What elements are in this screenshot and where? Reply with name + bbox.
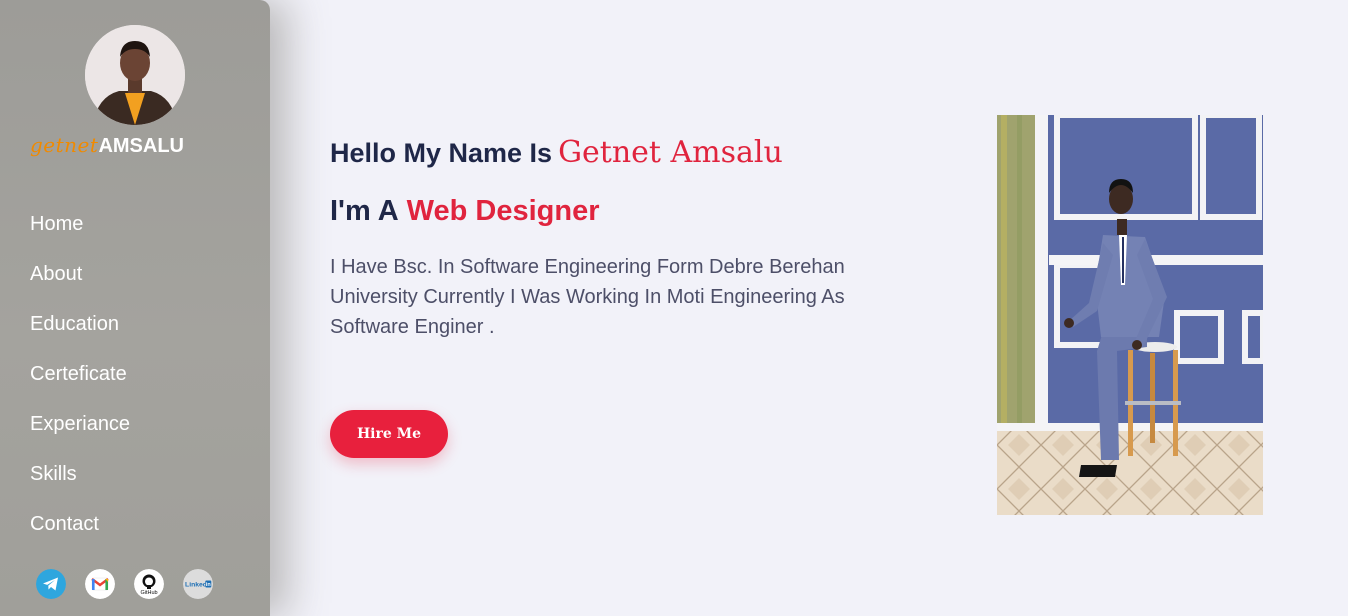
role-title: Web Designer [406, 195, 600, 227]
avatar [85, 25, 185, 125]
greeting-text: Hello My Name Is [330, 138, 553, 168]
nav-certificate[interactable]: Certeficate [30, 362, 127, 386]
svg-text:in: in [206, 582, 212, 588]
hire-me-button[interactable]: Hire Me [330, 410, 448, 458]
nav-about[interactable]: About [30, 262, 82, 286]
hero-role: I'm A Web Designer [330, 195, 600, 228]
nav-experience[interactable]: Experiance [30, 412, 130, 436]
brand-last-name: AMSALU [98, 135, 184, 157]
telegram-icon[interactable] [36, 569, 66, 599]
gmail-icon[interactable] [85, 569, 115, 599]
social-links: GitHub Linked in [36, 569, 213, 599]
profile-photo [997, 115, 1263, 515]
nav-home[interactable]: Home [30, 212, 83, 236]
hero-name: Getnet Amsalu [558, 135, 783, 170]
nav-skills[interactable]: Skills [30, 462, 77, 486]
hero-bio: I Have Bsc. In Software Engineering Form… [330, 256, 845, 338]
sidebar: getnetAMSALU Home About Education Certef… [0, 0, 270, 616]
avatar-photo [85, 25, 185, 125]
github-label: GitHub [140, 590, 157, 596]
brand-first-name: getnet [30, 133, 99, 157]
github-icon[interactable]: GitHub [134, 569, 164, 599]
brand-logo[interactable]: getnetAMSALU [30, 133, 184, 158]
svg-text:Linked: Linked [185, 582, 207, 589]
nav-education[interactable]: Education [30, 312, 119, 336]
nav-contact[interactable]: Contact [30, 512, 99, 536]
linkedin-icon[interactable]: Linked in [183, 569, 213, 599]
hero-greeting: Hello My Name Is Getnet Amsalu [330, 135, 783, 170]
nav-menu: Home About Education Certeficate Experia… [30, 212, 130, 562]
role-prefix: I'm A [330, 195, 399, 227]
